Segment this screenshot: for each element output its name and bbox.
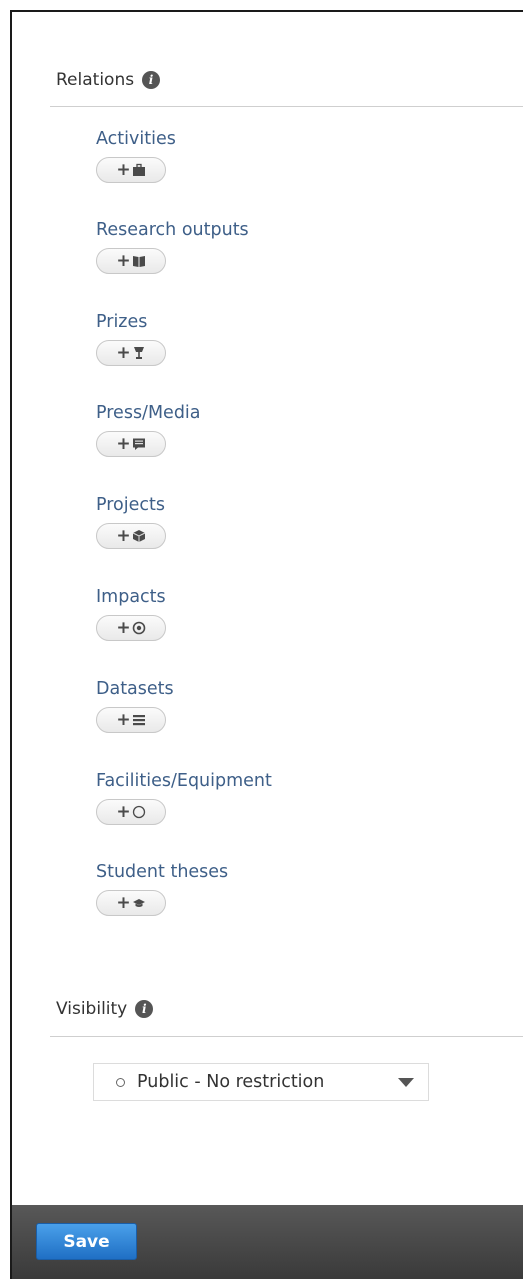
visibility-dropdown[interactable]: Public - No restriction [93, 1063, 429, 1101]
relation-label[interactable]: Activities [96, 128, 176, 150]
list-icon [132, 715, 145, 726]
trophy-icon [133, 347, 144, 359]
relation-impacts: Impacts + [96, 586, 166, 641]
info-icon[interactable]: i [142, 71, 161, 89]
footer-bar: Save [10, 1205, 523, 1279]
save-button[interactable]: Save [36, 1223, 137, 1260]
relation-student-theses: Student theses + [96, 861, 228, 916]
circle-outline-icon [132, 805, 145, 819]
relation-activities: Activities + [96, 128, 176, 183]
visibility-divider [50, 1036, 523, 1037]
relation-label[interactable]: Press/Media [96, 402, 201, 424]
add-activity-button[interactable]: + [96, 157, 166, 183]
book-icon [132, 256, 145, 267]
visibility-title: Visibility [56, 999, 128, 1019]
visibility-header: Visibility i [56, 999, 154, 1019]
newspaper-icon [132, 438, 145, 450]
relations-header: Relations i [56, 70, 161, 90]
add-impact-button[interactable]: + [96, 615, 166, 641]
add-research-output-button[interactable]: + [96, 248, 166, 274]
relations-divider [50, 106, 523, 107]
relations-title: Relations [56, 70, 135, 90]
relation-label[interactable]: Impacts [96, 586, 166, 608]
relation-facilities-equipment: Facilities/Equipment + [96, 770, 272, 825]
chevron-down-icon [398, 1077, 414, 1087]
visibility-selected-value: Public - No restriction [137, 1072, 325, 1092]
briefcase-icon [132, 163, 145, 176]
add-prize-button[interactable]: + [96, 340, 166, 366]
relation-label[interactable]: Projects [96, 494, 166, 516]
add-dataset-button[interactable]: + [96, 707, 166, 733]
relation-datasets: Datasets + [96, 678, 174, 733]
add-facility-button[interactable]: + [96, 799, 166, 825]
relation-projects: Projects + [96, 494, 166, 549]
add-student-thesis-button[interactable]: + [96, 890, 166, 916]
relation-label[interactable]: Facilities/Equipment [96, 770, 272, 792]
relation-label[interactable]: Student theses [96, 861, 228, 883]
graduation-cap-icon [132, 899, 145, 907]
relation-research-outputs: Research outputs + [96, 219, 249, 274]
info-icon[interactable]: i [135, 1000, 154, 1018]
relation-prizes: Prizes + [96, 311, 166, 366]
relation-press-media: Press/Media + [96, 402, 201, 457]
target-icon [132, 621, 145, 635]
relation-label[interactable]: Prizes [96, 311, 166, 333]
cube-icon [132, 530, 145, 542]
radio-circle-icon [116, 1077, 125, 1087]
add-project-button[interactable]: + [96, 523, 166, 549]
relation-label[interactable]: Research outputs [96, 219, 249, 241]
add-press-media-button[interactable]: + [96, 431, 166, 457]
relation-label[interactable]: Datasets [96, 678, 174, 700]
